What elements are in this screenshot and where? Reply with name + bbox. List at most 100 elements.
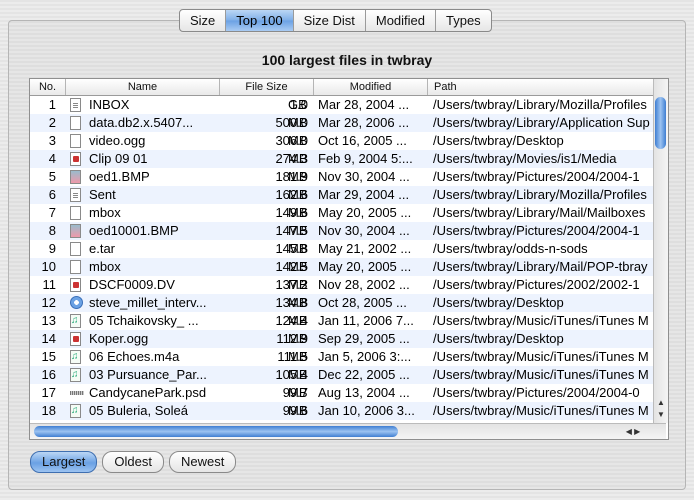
table-row[interactable]: 5 oed1.BMP 181.9 MB Nov 30, 2004 .../Users/t… (30, 168, 654, 186)
text-file-icon (70, 188, 84, 202)
largest-button[interactable]: Largest (30, 451, 98, 473)
text-file-icon (70, 98, 81, 112)
modified-date: May 20, 2005 ... (318, 259, 412, 274)
table-row[interactable]: 1305 Tchaikovsky_ ...124.4MBJan 11, 2006… (30, 312, 654, 330)
row-number: 8 (48, 223, 56, 238)
image-file-icon (70, 170, 81, 184)
file-name: oed10001.BMP (89, 223, 179, 238)
document-icon (70, 260, 81, 274)
table-row[interactable]: 12 steve_millet_interv... 134.8 MB Oct 28, 2… (30, 294, 654, 312)
table-row[interactable]: 11 DSCF0009.DV 137.2 MB Nov 28, 2002 .../Use… (30, 276, 654, 294)
table-body: 1 INBOX 1.0 GB Mar 28, 2004 .../Users/twbray… (30, 96, 654, 421)
table-row[interactable]: 8 oed10001.BMP 147.5 MB Nov 30, 2004 .../Use… (30, 222, 654, 240)
file-name: oed1.BMP (89, 169, 150, 184)
table-row[interactable]: 10 mbox 142.5 MB May 20, 2005 .../Users/twbr… (30, 258, 654, 276)
video-file-icon (70, 152, 81, 166)
quicktime-file-icon (70, 296, 83, 309)
column-header-name[interactable]: Name (66, 79, 220, 95)
newest-button[interactable]: Newest (168, 451, 237, 473)
row-number: 12 (41, 295, 56, 310)
video-file-icon (70, 278, 81, 292)
file-size-unit: GB (288, 97, 307, 112)
column-header-no[interactable]: No. (30, 79, 66, 95)
video-file-icon (70, 332, 84, 346)
file-name: data.db2.x.5407... (89, 115, 194, 130)
document-icon (70, 134, 84, 148)
row-number: 2 (48, 115, 56, 130)
modified-date: Nov 28, 2002 ... (318, 277, 410, 292)
modified-date: Nov 30, 2004 ... (318, 223, 410, 238)
table-row[interactable]: 17 CandycanePark.psd 99.7 MB Aug 13, 2004 ..… (30, 384, 654, 402)
vertical-scroll-arrows[interactable]: ▲ ▼ (654, 397, 668, 423)
audio-file-icon (70, 350, 81, 364)
table-row[interactable]: 2 data.db2.x.5407... 500.0 MB Mar 28, 2006 .… (30, 114, 654, 132)
file-size-unit: MB (288, 277, 308, 292)
vertical-scroll-thumb[interactable] (655, 97, 666, 149)
photoshop-file-icon (70, 391, 84, 395)
horizontal-scrollbar[interactable]: ◀ ▶ (30, 423, 666, 439)
horizontal-scroll-arrows[interactable]: ◀ ▶ (618, 424, 648, 439)
table-row[interactable]: 7 mbox 149.6 MB May 20, 2005 .../Users/twbra… (30, 204, 654, 222)
file-path: /Users/twbray/Movies/is1/Media (433, 151, 617, 166)
file-name: Sent (89, 187, 116, 202)
table-row[interactable]: 14 Koper.ogg 112.9 MB Sep 29, 2005 .../Users… (30, 330, 654, 348)
file-size-unit: MB (288, 223, 308, 238)
modified-date: Jan 11, 2006 7... (318, 313, 414, 328)
modified-date: May 21, 2002 ... (318, 241, 412, 256)
tab-size-dist[interactable]: Size Dist (294, 10, 366, 31)
file-path: /Users/twbray/Music/iTunes/iTunes M (433, 313, 649, 328)
table-row[interactable]: 1 INBOX 1.0 GB Mar 28, 2004 .../Users/twbray… (30, 96, 654, 114)
column-header-file-size[interactable]: File Size (220, 79, 314, 95)
quicktime-file-icon (70, 296, 84, 310)
file-path: /Users/twbray/Library/Mail/Mailboxes (433, 205, 646, 220)
file-size-unit: MB (288, 151, 308, 166)
file-name: CandycanePark.psd (89, 385, 207, 400)
file-name: video.ogg (89, 133, 146, 148)
table-row[interactable]: 1603 Pursuance_Par...105.4MBDec 22, 2005… (30, 366, 654, 384)
file-size-unit: MB (288, 133, 308, 148)
vertical-scrollbar[interactable]: ▲ ▼ (653, 79, 668, 423)
sort-button-group: Largest Oldest Newest (30, 451, 237, 473)
oldest-button[interactable]: Oldest (102, 451, 164, 473)
row-number: 14 (41, 331, 56, 346)
modified-date: Oct 28, 2005 ... (318, 295, 407, 310)
document-icon (70, 116, 81, 130)
document-icon (70, 242, 81, 256)
column-header-modified[interactable]: Modified (314, 79, 428, 95)
modified-date: Oct 16, 2005 ... (318, 133, 407, 148)
audio-file-icon (70, 404, 84, 418)
file-path: /Users/twbray/Music/iTunes/iTunes M (433, 403, 649, 418)
tab-top-100[interactable]: Top 100 (226, 10, 294, 31)
video-file-icon (70, 278, 84, 292)
file-size-unit: MB (288, 367, 308, 382)
tab-types[interactable]: Types (436, 10, 491, 31)
tab-modified[interactable]: Modified (366, 10, 436, 31)
table-row[interactable]: 1506 Echoes.m4a111.5MBJan 5, 2006 3:.../… (30, 348, 654, 366)
file-name: e.tar (89, 241, 116, 256)
table-header: No. Name File Size Modified Path (30, 79, 654, 96)
horizontal-scroll-thumb[interactable] (34, 426, 398, 437)
file-size-unit: MB (288, 169, 308, 184)
column-header-path[interactable]: Path (428, 79, 654, 95)
document-icon (70, 134, 81, 148)
document-icon (70, 260, 84, 274)
tab-bar: Size Top 100 Size Dist Modified Types (179, 9, 492, 32)
row-number: 17 (41, 385, 56, 400)
file-path: /Users/twbray/odds-n-sods (433, 241, 588, 256)
document-icon (70, 242, 84, 256)
table-row[interactable]: 1805 Buleria, Soleá99.6MBJan 10, 2006 3.… (30, 402, 654, 420)
file-size-unit: MB (288, 349, 308, 364)
video-file-icon (70, 332, 81, 346)
image-file-icon (70, 224, 81, 238)
file-path: /Users/twbray/Library/Mozilla/Profiles (433, 97, 647, 112)
file-size-unit: MB (288, 115, 308, 130)
table-row[interactable]: 6 Sent 162.6 MB Mar 29, 2004 .../Users/twbra… (30, 186, 654, 204)
table-row[interactable]: 9 e.tar 145.8 MB May 21, 2002 .../Users/twbr… (30, 240, 654, 258)
table-row[interactable]: 3 video.ogg 306.0 MB Oct 16, 2005 .../Users/… (30, 132, 654, 150)
table-row[interactable]: 4 Clip 09 01 274.3 MB Feb 9, 2004 5:.../User… (30, 150, 654, 168)
modified-date: Mar 28, 2004 ... (318, 97, 410, 112)
modified-date: Mar 29, 2004 ... (318, 187, 410, 202)
file-name: 05 Tchaikovsky_ ... (89, 313, 199, 328)
tab-size[interactable]: Size (180, 10, 227, 31)
audio-file-icon (70, 368, 84, 382)
